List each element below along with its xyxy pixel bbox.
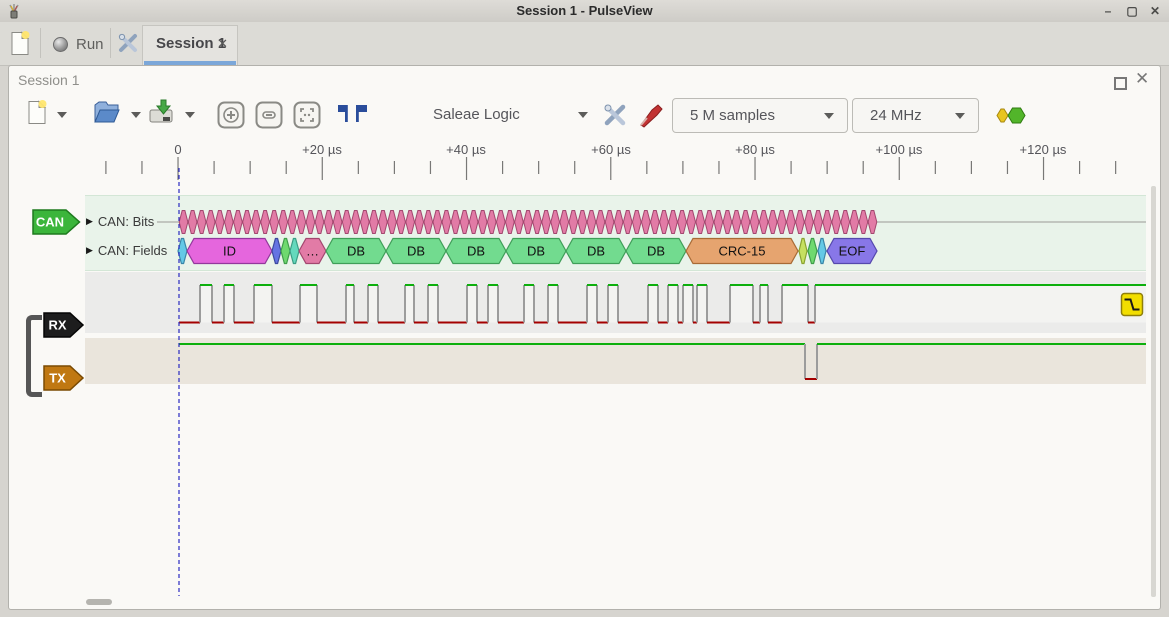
open-file-icon[interactable]	[93, 101, 121, 124]
new-session-icon[interactable]	[10, 31, 30, 56]
row-fields-label: CAN: Fields	[98, 243, 167, 258]
can-field-label: DB	[587, 244, 605, 259]
window-title: Session 1 - PulseView	[0, 0, 1169, 22]
trigger-flags-icon[interactable]	[336, 103, 370, 125]
can-field-label: CRC-15	[719, 244, 766, 259]
timeline-ruler[interactable]: 0 +20 µs +40 µs +60 µs +80 µs +100 µs +120 µs	[106, 142, 1116, 180]
run-state-icon	[53, 37, 68, 52]
save-icon[interactable]	[148, 99, 175, 125]
ruler-label: +80 µs	[735, 142, 775, 157]
can-field-label: DB	[347, 244, 365, 259]
zoom-fit-icon[interactable]	[293, 101, 321, 129]
channel-tag-tx[interactable]: TX	[43, 365, 85, 391]
trigger-marker[interactable]	[1122, 294, 1143, 316]
new-view-icon[interactable]	[27, 100, 47, 125]
ruler-label: +40 µs	[446, 142, 486, 157]
tab-close-icon[interactable]: ✕	[217, 36, 228, 52]
titlebar[interactable]: Session 1 - PulseView – ▢ ✕	[0, 0, 1169, 23]
toolbar-separator	[40, 28, 41, 58]
settings-wrench-icon[interactable]	[117, 32, 139, 54]
channel-tag-tx-label: TX	[49, 371, 66, 386]
ruler-label: +60 µs	[591, 142, 631, 157]
new-view-dropdown-icon[interactable]	[57, 112, 67, 118]
sample-rate-dropdown-icon	[955, 113, 965, 119]
zoom-out-icon[interactable]	[255, 101, 283, 129]
add-decoder-icon[interactable]	[995, 106, 1027, 125]
vertical-scrollbar-handle[interactable]	[1151, 186, 1156, 597]
minimize-button[interactable]: –	[1099, 0, 1117, 22]
decoder-row-fields[interactable]: ▶ CAN: Fields	[86, 243, 167, 258]
channel-tag-rx[interactable]: RX	[43, 312, 85, 338]
row-expand-icon[interactable]: ▶	[86, 216, 93, 227]
tab-label: Session 1	[156, 35, 226, 52]
run-button[interactable]: Run	[53, 36, 104, 53]
horizontal-scrollbar-handle[interactable]	[86, 599, 112, 605]
channel-tag-rx-label: RX	[48, 318, 66, 333]
can-field-label: ID	[223, 244, 236, 259]
tab-session-1[interactable]: Session 1 ✕	[142, 25, 238, 65]
device-selector[interactable]: Saleae Logic	[433, 106, 520, 123]
sample-count-select[interactable]: 5 M samples	[672, 98, 848, 133]
decoder-tag-can[interactable]: CAN	[32, 209, 81, 235]
decoder-row-bits[interactable]: ▶ CAN: Bits	[86, 214, 154, 229]
save-dropdown-icon[interactable]	[185, 112, 195, 118]
session-title: Session 1	[18, 72, 79, 88]
sample-count-value: 5 M samples	[690, 107, 824, 124]
ruler-label: +120 µs	[1020, 142, 1067, 157]
pulseview-window: Session 1 - PulseView – ▢ ✕ Run Session …	[0, 0, 1169, 617]
run-label: Run	[76, 36, 104, 53]
session-restore-icon[interactable]	[1114, 77, 1127, 90]
probe-icon[interactable]	[638, 100, 664, 128]
channels-config-icon[interactable]	[602, 102, 628, 128]
row-bits-label: CAN: Bits	[98, 214, 154, 229]
main-toolbar: Run Session 1 ✕	[0, 22, 1169, 66]
zoom-in-icon[interactable]	[217, 101, 245, 129]
ruler-label: 0	[174, 142, 181, 157]
can-field-label: DB	[467, 244, 485, 259]
can-fields-annotations[interactable]: ID … DB DB DB DB DB DB CRC-15 EOF	[178, 239, 877, 264]
can-field-label: …	[306, 244, 319, 259]
ruler-label: +20 µs	[302, 142, 342, 157]
can-field-label: EOF	[839, 244, 866, 259]
can-field-label: DB	[527, 244, 545, 259]
sample-rate-value: 24 MHz	[870, 107, 955, 124]
device-dropdown-icon[interactable]	[578, 112, 588, 118]
can-field-label: DB	[407, 244, 425, 259]
ruler-label: +100 µs	[876, 142, 923, 157]
trace-canvas[interactable]: 0 +20 µs +40 µs +60 µs +80 µs +100 µs +120 µs I…	[85, 140, 1147, 598]
toolbar-separator	[110, 28, 111, 58]
open-dropdown-icon[interactable]	[131, 112, 141, 118]
sample-count-dropdown-icon	[824, 113, 834, 119]
close-button[interactable]: ✕	[1146, 0, 1164, 22]
sample-rate-select[interactable]: 24 MHz	[852, 98, 979, 133]
session-close-icon[interactable]: ✕	[1135, 69, 1149, 89]
maximize-button[interactable]: ▢	[1123, 0, 1141, 22]
can-field-label: DB	[647, 244, 665, 259]
channel-group-bracket[interactable]	[26, 315, 42, 397]
decoder-tag-label: CAN	[36, 215, 64, 230]
row-expand-icon[interactable]: ▶	[86, 245, 93, 256]
